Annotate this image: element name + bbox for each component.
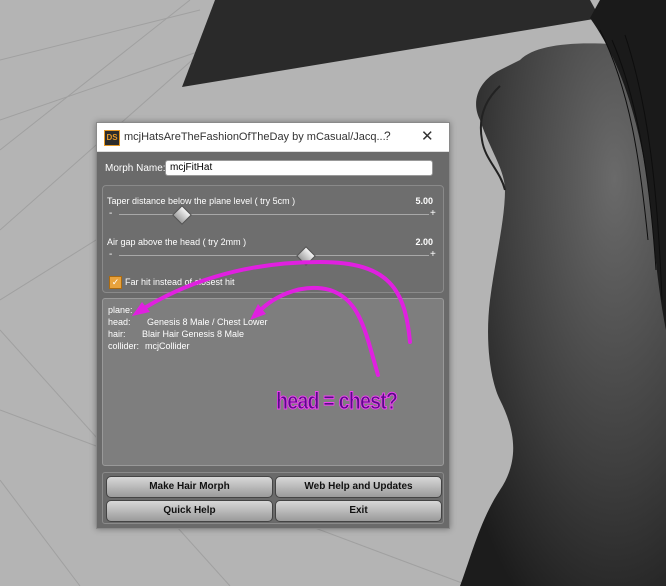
daz-studio-logo-icon: DS [104, 130, 120, 146]
air-gap-value: 2.00 [415, 237, 433, 247]
hair-value: Blair Hair Genesis 8 Male [142, 329, 245, 339]
web-help-button[interactable]: Web Help and Updates [275, 476, 442, 498]
help-icon[interactable]: ? [384, 129, 391, 143]
head-key: head: [108, 317, 131, 327]
quick-help-button[interactable]: Quick Help [106, 500, 273, 522]
info-panel: plane: head: Genesis 8 Male / Chest Lowe… [102, 298, 444, 466]
far-hit-checkbox[interactable]: ✓ [109, 276, 122, 289]
close-icon[interactable]: ✕ [421, 127, 434, 145]
head-value: Genesis 8 Male / Chest Lower [147, 317, 268, 327]
annotation-text: head = chest? [276, 388, 399, 416]
air-gap-minus-icon[interactable]: - [109, 249, 112, 260]
exit-button[interactable]: Exit [275, 500, 442, 522]
make-hair-morph-button[interactable]: Make Hair Morph [106, 476, 273, 498]
taper-minus-icon[interactable]: - [109, 208, 112, 219]
taper-distance-label: Taper distance below the plane level ( t… [107, 196, 296, 206]
collider-key: collider: [108, 341, 140, 351]
settings-group: Taper distance below the plane level ( t… [102, 185, 444, 293]
taper-distance-slider[interactable] [119, 214, 429, 215]
taper-distance-slider-handle[interactable] [172, 205, 192, 225]
morph-name-input[interactable] [165, 160, 433, 176]
dialog-title-bar[interactable]: DS mcjHatsAreTheFashionOfTheDay by mCasu… [97, 123, 449, 152]
button-panel: Make Hair Morph Web Help and Updates Qui… [102, 472, 444, 524]
dialog-title: mcjHatsAreTheFashionOfTheDay by mCasual/… [124, 131, 386, 143]
taper-plus-icon[interactable]: + [430, 208, 436, 219]
air-gap-slider-handle[interactable] [296, 246, 316, 266]
air-gap-plus-icon[interactable]: + [430, 249, 436, 260]
hats-dialog: DS mcjHatsAreTheFashionOfTheDay by mCasu… [96, 122, 450, 529]
air-gap-label: Air gap above the head ( try 2mm ) [107, 237, 247, 247]
morph-name-label: Morph Name: [105, 163, 166, 174]
far-hit-label: Far hit instead of closest hit [125, 277, 235, 287]
plane-key: plane: [108, 305, 133, 315]
air-gap-slider[interactable] [119, 255, 429, 256]
taper-distance-value: 5.00 [415, 196, 433, 206]
hair-key: hair: [108, 329, 126, 339]
collider-value: mcjCollider [145, 341, 190, 351]
